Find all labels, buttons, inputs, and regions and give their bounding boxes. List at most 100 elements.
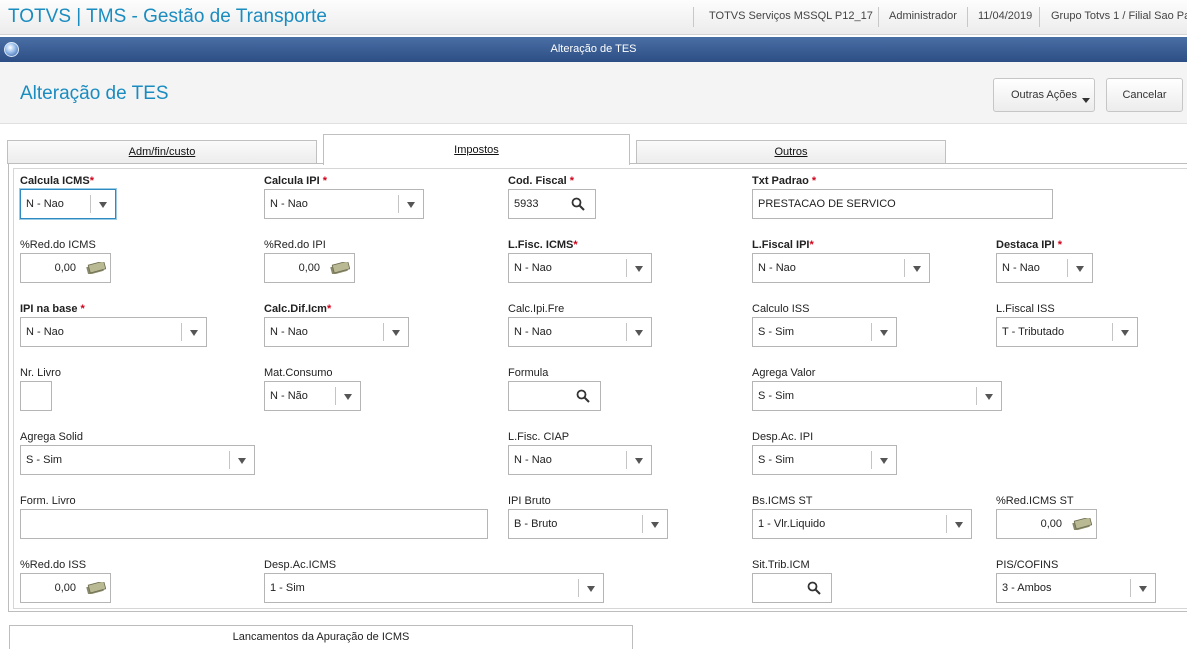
tab-adm-fin-custo[interactable]: Adm/fin/custo: [7, 140, 317, 164]
nr-livro-input[interactable]: [20, 381, 52, 411]
system-date: 11/04/2019: [978, 10, 1033, 22]
divider: [693, 7, 694, 27]
window-title: Alteração de TES: [550, 43, 637, 55]
top-bar: TOTVS | TMS - Gestão de Transporte TOTVS…: [0, 0, 1187, 35]
chevron-down-icon: [913, 266, 921, 272]
desp-ac-ipi-label: Desp.Ac. IPI: [752, 431, 814, 443]
calc-ipi-fre-select[interactable]: N - Nao: [508, 317, 652, 347]
divider: [967, 7, 968, 27]
red-ipi-label: %Red.do IPI: [264, 239, 326, 251]
calcula-icms-select[interactable]: N - Nao: [20, 189, 116, 219]
chevron-down-icon: [955, 522, 963, 528]
lfisc-icms-select[interactable]: N - Nao: [508, 253, 652, 283]
lfisc-icms-label: L.Fisc. ICMS*: [508, 239, 578, 251]
bs-icms-st-select[interactable]: 1 - Vlr.Liquido: [752, 509, 972, 539]
red-iss-input[interactable]: 0,00: [20, 573, 111, 603]
divider: [1039, 7, 1040, 27]
user-name: Administrador: [889, 10, 957, 22]
sit-trib-icm-label: Sit.Trib.ICM: [752, 559, 810, 571]
formula-input[interactable]: [508, 381, 601, 411]
pis-cofins-label: PIS/COFINS: [996, 559, 1059, 571]
lfiscal-ipi-select[interactable]: N - Nao: [752, 253, 930, 283]
mat-consumo-select[interactable]: N - Não: [264, 381, 361, 411]
lfiscal-iss-select[interactable]: T - Tributado: [996, 317, 1138, 347]
form-header: Alteração de TES Outras Ações Cancelar: [0, 62, 1187, 124]
red-icms-st-input[interactable]: 0,00: [996, 509, 1097, 539]
destaca-ipi-select[interactable]: N - Nao: [996, 253, 1093, 283]
lfiscal-ipi-label: L.Fiscal IPI*: [752, 239, 814, 251]
other-actions-button[interactable]: Outras Ações: [993, 78, 1095, 112]
red-icms-label: %Red.do ICMS: [20, 239, 96, 251]
sit-trib-icm-input[interactable]: [752, 573, 832, 603]
destaca-ipi-label: Destaca IPI *: [996, 239, 1063, 251]
other-actions-label: Outras Ações: [1010, 89, 1078, 101]
agrega-valor-select[interactable]: S - Sim: [752, 381, 1002, 411]
chevron-down-icon: [985, 394, 993, 400]
page-title: Alteração de TES: [20, 83, 169, 104]
chevron-down-icon: [635, 458, 643, 464]
lfisc-ciap-select[interactable]: N - Nao: [508, 445, 652, 475]
red-icms-st-label: %Red.ICMS ST: [996, 495, 1074, 507]
caret-down-icon: [1082, 98, 1090, 103]
mat-consumo-label: Mat.Consumo: [264, 367, 333, 379]
calc-dif-icm-select[interactable]: N - Nao: [264, 317, 409, 347]
cancel-button[interactable]: Cancelar: [1106, 78, 1183, 112]
red-iss-label: %Red.do ISS: [20, 559, 87, 571]
txt-padrao-input[interactable]: PRESTACAO DE SERVICO: [752, 189, 1053, 219]
search-icon[interactable]: [807, 581, 821, 595]
ipi-na-base-select[interactable]: N - Nao: [20, 317, 207, 347]
desp-ac-ipi-select[interactable]: S - Sim: [752, 445, 897, 475]
window-title-bar: Alteração de TES: [0, 37, 1187, 62]
red-icms-input[interactable]: 0,00: [20, 253, 111, 283]
chevron-down-icon: [1139, 586, 1147, 592]
chevron-down-icon: [99, 202, 107, 208]
money-icon: [330, 262, 350, 274]
bs-icms-st-label: Bs.ICMS ST: [752, 495, 813, 507]
chevron-down-icon: [635, 266, 643, 272]
calculo-iss-label: Calculo ISS: [752, 303, 810, 315]
app-title: TOTVS | TMS - Gestão de Transporte: [8, 6, 327, 27]
chevron-down-icon: [880, 458, 888, 464]
chevron-down-icon: [587, 586, 595, 592]
agrega-solid-select[interactable]: S - Sim: [20, 445, 255, 475]
ipi-bruto-select[interactable]: B - Bruto: [508, 509, 668, 539]
txt-padrao-label: Txt Padrao *: [752, 175, 817, 187]
calcula-icms-label: Calcula ICMS*: [20, 175, 94, 187]
cod-fiscal-input[interactable]: 5933: [508, 189, 596, 219]
money-icon: [86, 262, 106, 274]
agrega-solid-label: Agrega Solid: [20, 431, 83, 443]
form-livro-label: Form. Livro: [20, 495, 76, 507]
calculo-iss-select[interactable]: S - Sim: [752, 317, 897, 347]
tab-outros[interactable]: Outros: [636, 140, 946, 164]
desp-ac-icms-select[interactable]: 1 - Sim: [264, 573, 604, 603]
search-icon[interactable]: [571, 197, 585, 211]
search-icon[interactable]: [576, 389, 590, 403]
divider: [878, 7, 879, 27]
lfiscal-iss-label: L.Fiscal ISS: [996, 303, 1055, 315]
ipi-na-base-label: IPI na base *: [20, 303, 85, 315]
agrega-valor-label: Agrega Valor: [752, 367, 816, 379]
ipi-bruto-label: IPI Bruto: [508, 495, 551, 507]
tab-lancamentos-apuracao-icms[interactable]: Lancamentos da Apuração de ICMS: [9, 625, 633, 649]
calcula-ipi-label: Calcula IPI *: [264, 175, 327, 187]
chevron-down-icon: [238, 458, 246, 464]
chevron-down-icon: [407, 202, 415, 208]
form-livro-input[interactable]: [20, 509, 488, 539]
chevron-down-icon: [880, 330, 888, 336]
tab-impostos[interactable]: Impostos: [323, 134, 630, 165]
window-menu-icon[interactable]: [4, 42, 19, 57]
red-ipi-input[interactable]: 0,00: [264, 253, 355, 283]
cod-fiscal-label: Cod. Fiscal *: [508, 175, 575, 187]
pis-cofins-select[interactable]: 3 - Ambos: [996, 573, 1156, 603]
nr-livro-label: Nr. Livro: [20, 367, 61, 379]
chevron-down-icon: [1076, 266, 1084, 272]
desp-ac-icms-label: Desp.Ac.ICMS: [264, 559, 337, 571]
calcula-ipi-select[interactable]: N - Nao: [264, 189, 424, 219]
calc-ipi-fre-label: Calc.Ipi.Fre: [508, 303, 565, 315]
chevron-down-icon: [190, 330, 198, 336]
formula-label: Formula: [508, 367, 549, 379]
calc-dif-icm-label: Calc.Dif.Icm*: [264, 303, 332, 315]
money-icon: [86, 582, 106, 594]
chevron-down-icon: [651, 522, 659, 528]
chevron-down-icon: [392, 330, 400, 336]
